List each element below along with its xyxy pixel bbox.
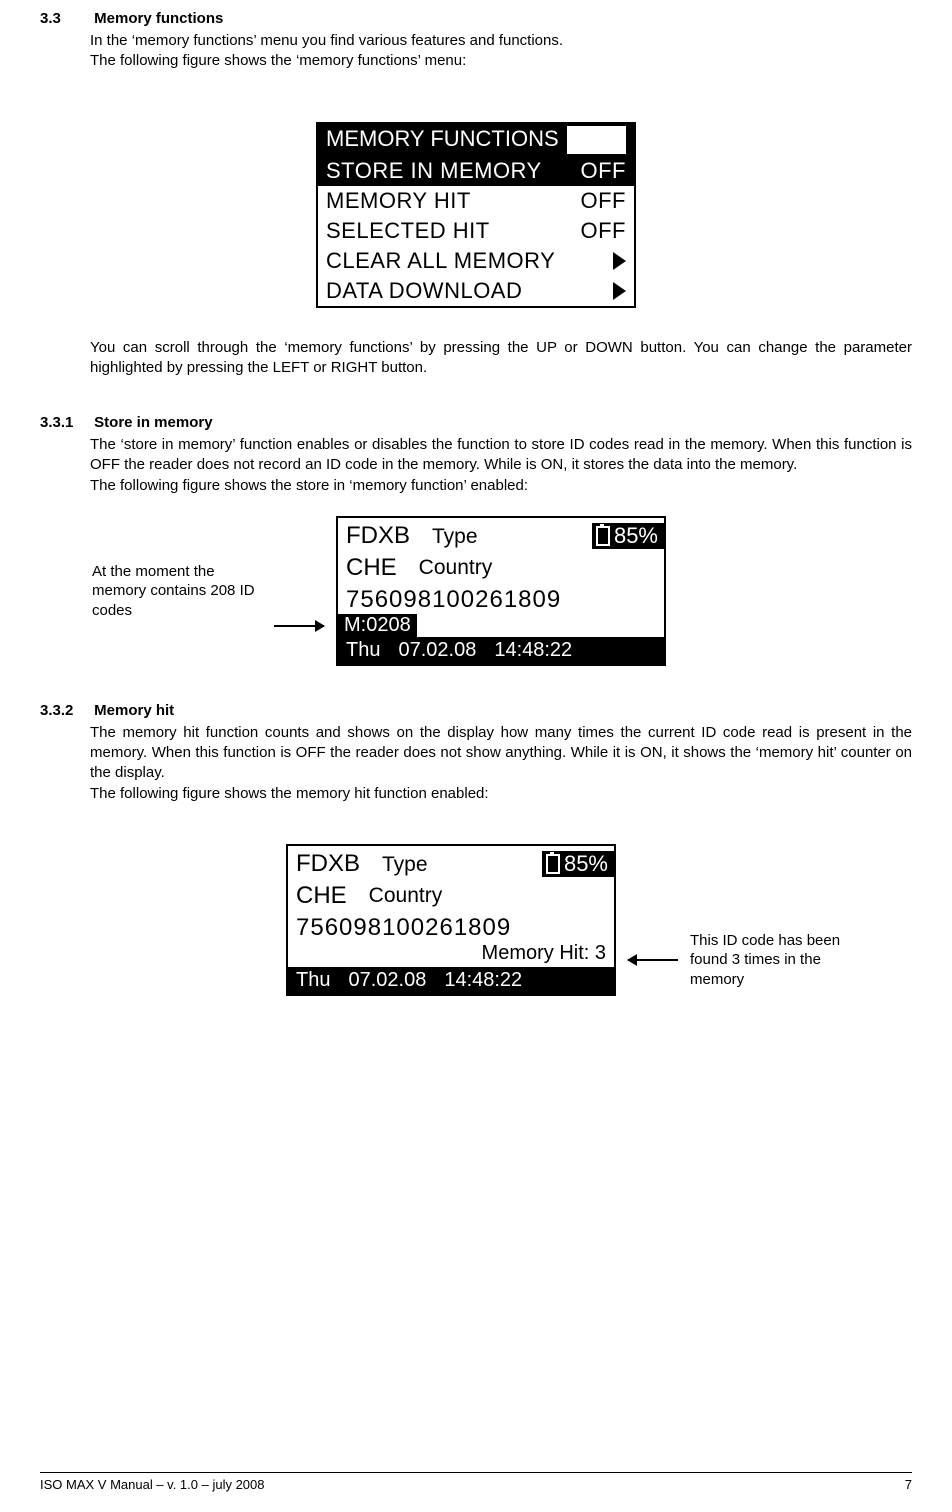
intro-line1: In the ‘memory functions’ menu you find … — [90, 31, 912, 51]
timestamp-day: Thu — [346, 639, 380, 662]
sub1-p1: The ‘store in memory’ function enables o… — [90, 435, 912, 476]
menu-label: DATA DOWNLOAD — [326, 278, 522, 304]
timestamp-row: Thu 07.02.08 14:48:22 — [288, 967, 614, 994]
timestamp-day: Thu — [296, 969, 330, 992]
menu-value: OFF — [581, 218, 627, 244]
timestamp-time: 14:48:22 — [444, 969, 522, 992]
after-menu-text: You can scroll through the ‘memory funct… — [90, 338, 912, 379]
type-code: FDXB — [296, 850, 360, 878]
battery-indicator: 85% — [592, 523, 664, 549]
country-code: CHE — [296, 882, 347, 910]
menu-value: OFF — [581, 158, 627, 184]
battery-icon — [546, 854, 560, 874]
callout-arrow-right-icon — [274, 625, 324, 627]
menu-row-selected-hit[interactable]: SELECTED HIT OFF — [318, 216, 634, 246]
battery-percent: 85% — [564, 851, 608, 877]
sub2-p2: The following figure shows the memory hi… — [90, 784, 912, 804]
menu-label: STORE IN MEMORY — [326, 158, 542, 184]
lcd-menu-screen: MEMORY FUNCTIONS STORE IN MEMORY OFF MEM… — [316, 122, 636, 308]
chevron-right-icon — [613, 252, 626, 270]
menu-label: MEMORY HIT — [326, 188, 471, 214]
country-code: CHE — [346, 554, 397, 582]
memory-hit-row: Memory Hit: 3 — [288, 942, 614, 967]
memory-count-value: M:0208 — [338, 614, 417, 637]
timestamp-row: Thu 07.02.08 14:48:22 — [338, 637, 664, 664]
subsection-title: Memory hit — [94, 702, 174, 719]
callout-memory-hit: This ID code has been found 3 times in t… — [690, 931, 860, 990]
type-code: FDXB — [346, 522, 410, 550]
battery-icon — [596, 526, 610, 546]
country-label: Country — [419, 556, 493, 580]
memory-count-row: M:0208 — [338, 614, 664, 637]
footer-page-number: 7 — [905, 1477, 912, 1492]
subsection-number: 3.3.1 — [40, 414, 90, 431]
menu-label: CLEAR ALL MEMORY — [326, 248, 555, 274]
id-code: 756098100261809 — [288, 914, 614, 942]
intro-line2: The following figure shows the ‘memory f… — [90, 51, 912, 71]
menu-row-memory-hit[interactable]: MEMORY HIT OFF — [318, 186, 634, 216]
callout-memory-count: At the moment the memory contains 208 ID… — [92, 562, 262, 621]
timestamp-time: 14:48:22 — [494, 639, 572, 662]
timestamp-date: 07.02.08 — [398, 639, 476, 662]
menu-value: OFF — [581, 188, 627, 214]
country-label: Country — [369, 884, 443, 908]
lcd-store-screen: FDXB Type 85% CHE Country 75609810026180… — [336, 516, 666, 666]
footer-left: ISO MAX V Manual – v. 1.0 – july 2008 — [40, 1477, 265, 1492]
sub2-p1: The memory hit function counts and shows… — [90, 723, 912, 784]
menu-title-label: MEMORY FUNCTIONS — [326, 126, 559, 154]
sub1-p2: The following figure shows the store in … — [90, 476, 912, 496]
subsection-title: Store in memory — [94, 414, 212, 431]
page-footer: ISO MAX V Manual – v. 1.0 – july 2008 7 — [40, 1472, 912, 1492]
menu-row-store[interactable]: STORE IN MEMORY OFF — [318, 156, 634, 186]
callout-arrow-left-icon — [628, 959, 678, 961]
menu-label: SELECTED HIT — [326, 218, 490, 244]
subsection-number: 3.3.2 — [40, 702, 90, 719]
timestamp-date: 07.02.08 — [348, 969, 426, 992]
battery-indicator: 85% — [542, 851, 614, 877]
menu-row-data-download[interactable]: DATA DOWNLOAD — [318, 276, 634, 306]
type-label: Type — [382, 853, 428, 877]
menu-title-row: MEMORY FUNCTIONS — [318, 124, 634, 156]
battery-percent: 85% — [614, 523, 658, 549]
type-label: Type — [432, 525, 478, 549]
menu-title-gap — [567, 126, 626, 154]
lcd-memhit-screen: FDXB Type 85% CHE Country 75609810026180… — [286, 844, 616, 996]
section-number: 3.3 — [40, 10, 90, 27]
section-title: Memory functions — [94, 10, 223, 27]
chevron-right-icon — [613, 282, 626, 300]
id-code: 756098100261809 — [338, 586, 664, 614]
menu-row-clear-memory[interactable]: CLEAR ALL MEMORY — [318, 246, 634, 276]
